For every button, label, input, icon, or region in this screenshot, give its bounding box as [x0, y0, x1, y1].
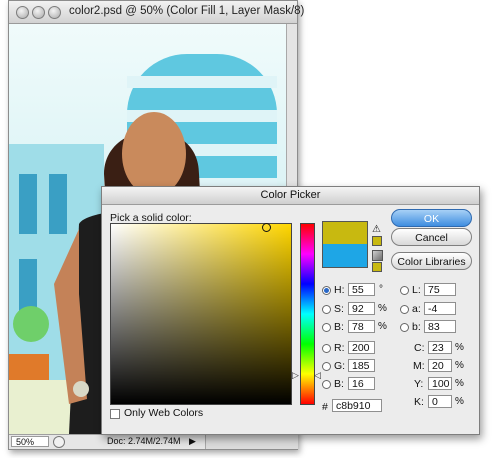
status-arrow-icon[interactable]: ▶ [189, 436, 196, 447]
radio-lightness[interactable] [400, 286, 409, 295]
hue-slider-right-arrow-icon[interactable]: ◁ [314, 370, 321, 381]
document-titlebar[interactable]: color2.psd @ 50% (Color Fill 1, Layer Ma… [9, 1, 304, 24]
magenta-unit: % [455, 360, 464, 371]
radio-red[interactable] [322, 344, 331, 353]
minimize-icon[interactable] [32, 6, 45, 19]
black-label: K: [414, 396, 424, 408]
color-picker-titlebar[interactable]: Color Picker [102, 187, 479, 205]
b-channel-field[interactable]: 83 [424, 320, 456, 333]
radio-hue[interactable] [322, 286, 331, 295]
zoom-field[interactable]: 50% [11, 436, 49, 447]
hex-label: # [322, 401, 328, 413]
saturation-unit: % [378, 303, 387, 314]
radio-saturation[interactable] [322, 305, 331, 314]
web-safe-swatch[interactable] [372, 262, 382, 272]
document-title: color2.psd @ 50% (Color Fill 1, Layer Ma… [69, 5, 305, 17]
hue-slider-left-arrow-icon[interactable]: ▷ [292, 370, 299, 381]
blue-label: B: [334, 378, 344, 390]
dialog-title: Color Picker [260, 189, 321, 201]
ok-button[interactable]: OK [391, 209, 472, 227]
web-cube-icon[interactable] [372, 250, 383, 261]
magenta-field[interactable]: 20 [428, 359, 452, 372]
hue-label: H: [334, 284, 345, 296]
black-field[interactable]: 0 [428, 395, 452, 408]
current-color-swatch[interactable] [322, 244, 368, 268]
hue-unit: ° [379, 284, 383, 295]
radio-a-channel[interactable] [400, 305, 409, 314]
blue-field[interactable]: 16 [348, 377, 375, 390]
doc-info-icon[interactable] [53, 436, 65, 448]
a-channel-label: a: [412, 303, 421, 315]
zoom-icon[interactable] [48, 6, 61, 19]
color-field[interactable] [110, 223, 292, 405]
yellow-field[interactable]: 100 [428, 377, 452, 390]
gamut-warning-icon[interactable]: ⚠ [372, 224, 381, 235]
lightness-field[interactable]: 75 [424, 283, 456, 296]
saturation-field[interactable]: 92 [348, 302, 375, 315]
saturation-label: S: [334, 303, 344, 315]
green-label: G: [334, 360, 346, 372]
green-field[interactable]: 185 [348, 359, 375, 372]
radio-brightness[interactable] [322, 323, 331, 332]
color-field-cursor[interactable] [262, 223, 271, 232]
b-channel-label: b: [412, 321, 421, 333]
brightness-label: B: [334, 321, 344, 333]
red-label: R: [334, 342, 345, 354]
brightness-field[interactable]: 78 [348, 320, 375, 333]
color-libraries-button[interactable]: Color Libraries [391, 252, 472, 270]
cancel-button[interactable]: Cancel [391, 228, 472, 246]
color-picker-dialog: Color Picker Pick a solid color: ▷ ◁ ⚠ O… [101, 186, 480, 435]
lightness-label: L: [412, 284, 421, 296]
close-icon[interactable] [16, 6, 29, 19]
hex-field[interactable]: c8b910 [332, 399, 382, 412]
brightness-unit: % [378, 321, 387, 332]
horizontal-scrollbar[interactable] [205, 435, 298, 449]
status-bar: 50% Doc: 2.74M/2.74M ▶ [9, 434, 298, 449]
radio-green[interactable] [322, 362, 331, 371]
yellow-unit: % [455, 378, 464, 389]
only-web-colors-checkbox[interactable] [110, 409, 120, 419]
new-color-swatch [322, 221, 368, 245]
cyan-unit: % [455, 342, 464, 353]
only-web-colors-label: Only Web Colors [124, 407, 204, 419]
hue-field[interactable]: 55 [348, 283, 375, 296]
gamut-correction-swatch[interactable] [372, 236, 382, 246]
yellow-label: Y: [414, 378, 424, 390]
a-channel-field[interactable]: -4 [424, 302, 456, 315]
red-field[interactable]: 200 [348, 341, 375, 354]
black-unit: % [455, 396, 464, 407]
magenta-label: M: [413, 360, 425, 372]
cyan-label: C: [414, 342, 425, 354]
cyan-field[interactable]: 23 [428, 341, 452, 354]
hue-slider[interactable] [300, 223, 315, 405]
radio-blue[interactable] [322, 380, 331, 389]
radio-b-channel[interactable] [400, 323, 409, 332]
doc-size-text: Doc: 2.74M/2.74M [107, 436, 181, 446]
